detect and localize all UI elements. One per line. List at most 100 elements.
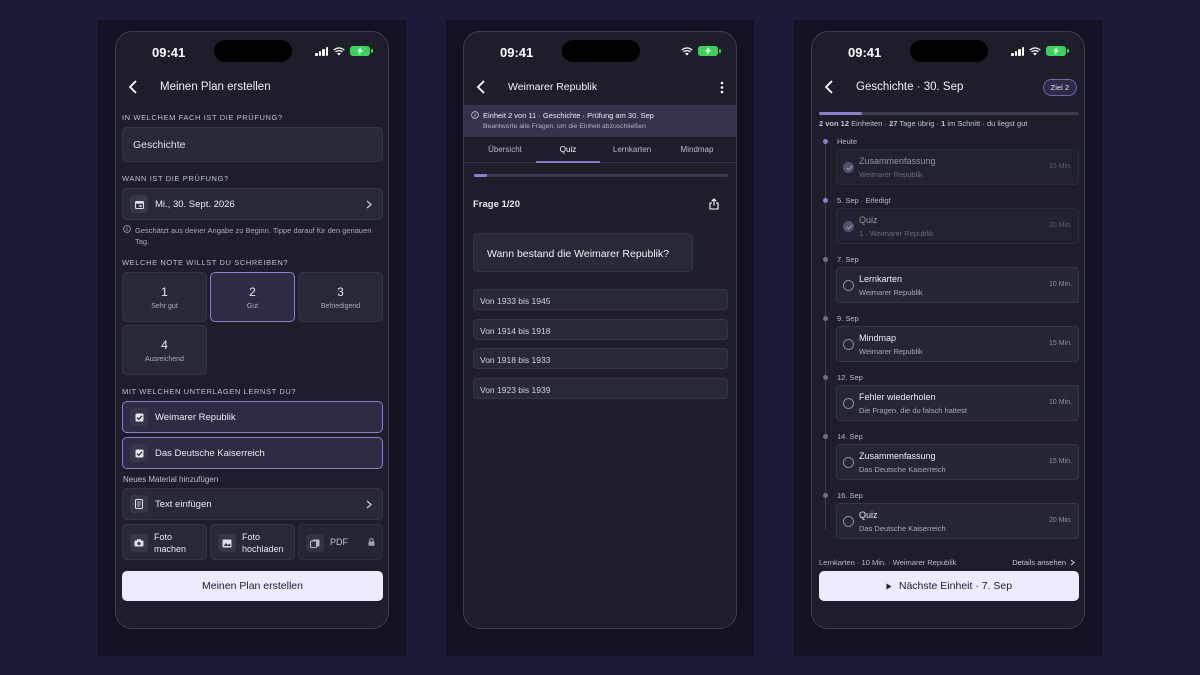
grade-label: Ausreichend xyxy=(145,356,184,363)
stat-days: 27 xyxy=(889,119,898,128)
grade-option-4[interactable]: 4 Ausreichend xyxy=(122,325,207,375)
checkbox-circle-icon[interactable] xyxy=(843,457,854,468)
status-time: 09:41 xyxy=(152,45,186,60)
back-arrow-icon[interactable] xyxy=(476,80,486,94)
back-arrow-icon[interactable] xyxy=(128,80,138,94)
checkbox-checked-icon[interactable] xyxy=(130,408,148,426)
tab-lernkarten[interactable]: Lernkarten xyxy=(600,145,664,154)
wifi-icon xyxy=(1029,46,1041,55)
plan-unit-card[interactable]: Zusammenfassung Weimarer Republik 15 Min… xyxy=(836,149,1079,185)
unit-banner-subtitle: Beantworte alle Fragen, um die Einheit a… xyxy=(483,123,646,130)
unit-subtitle: Weimarer Republik xyxy=(859,347,923,356)
answer-option-1[interactable]: Von 1933 bis 1945 xyxy=(473,289,728,310)
material-item-weimarer-republik[interactable]: Weimarer Republik xyxy=(122,401,383,433)
grade-option-1[interactable]: 1 Sehr gut xyxy=(122,272,207,322)
upload-photo-button[interactable]: Foto hochladen xyxy=(210,524,295,560)
checkbox-circle-icon[interactable] xyxy=(843,398,854,409)
unit-title: Lernkarten xyxy=(859,274,903,284)
bottom-bar: Lernkarten · 10 Min. · Weimarer Republik… xyxy=(812,553,1084,628)
unit-subtitle: Weimarer Republik xyxy=(859,288,923,297)
checkbox-checked-icon[interactable] xyxy=(130,444,148,462)
unit-duration: 15 Min. xyxy=(1049,163,1072,170)
page-title: Geschichte · 30. Sep xyxy=(856,81,964,93)
battery-charging-icon xyxy=(698,46,721,56)
subject-question-label: IN WELCHEM FACH IST DIE PRÜFUNG? xyxy=(122,113,283,122)
status-bar: 09:41 xyxy=(116,32,388,72)
info-icon xyxy=(123,225,131,233)
take-photo-label: Foto machen xyxy=(154,532,187,554)
unit-duration: 10 Min. xyxy=(1049,399,1072,406)
grade-option-3[interactable]: 3 Befriedigend xyxy=(298,272,383,322)
unit-title: Fehler wiederholen xyxy=(859,392,936,402)
answer-option-3[interactable]: Von 1918 bis 1933 xyxy=(473,348,728,369)
completed-check-icon xyxy=(843,162,854,173)
panel-create-plan: 09:41 Meinen Plan erstellen IN WELCHEM F… xyxy=(98,20,406,656)
panel-study-plan: 09:41 Geschichte · 30. Sep Ziel 2 2 von … xyxy=(794,20,1102,656)
question-text: Wann bestand die Weimarer Republik? xyxy=(487,248,670,260)
unit-subtitle: Das Deutsche Kaiserreich xyxy=(859,465,946,474)
next-unit-button[interactable]: Nächste Einheit · 7. Sep xyxy=(819,571,1079,601)
material-label: Das Deutsche Kaiserreich xyxy=(155,448,265,459)
subject-field[interactable]: Geschichte xyxy=(122,127,383,162)
phone-study-plan: 09:41 Geschichte · 30. Sep Ziel 2 2 von … xyxy=(811,31,1085,629)
question-counter: Frage 1/20 xyxy=(473,199,520,210)
page-title: Weimarer Republik xyxy=(508,81,598,93)
exam-date-value: Mi., 30. Sept. 2026 xyxy=(155,199,235,210)
plan-progress-fill xyxy=(819,112,863,115)
goal-badge: Ziel 2 xyxy=(1042,79,1077,96)
more-vertical-icon[interactable] xyxy=(720,81,724,94)
plan-stats: 2 von 12 Einheiten · 27 Tage übrig · 1 i… xyxy=(819,119,1028,128)
unit-title: Quiz xyxy=(859,215,878,225)
unit-duration: 20 Min. xyxy=(1049,517,1072,524)
plan-unit-card[interactable]: Lernkarten Weimarer Republik 10 Min. xyxy=(836,267,1079,303)
timeline-date: 16. Sep xyxy=(837,491,863,500)
checkbox-circle-icon[interactable] xyxy=(843,339,854,350)
tab-uebersicht[interactable]: Übersicht xyxy=(464,145,546,154)
stat-done-label: Einheiten xyxy=(851,119,883,128)
cellular-signal-icon xyxy=(315,46,328,56)
pdf-button-locked[interactable]: PDF xyxy=(298,524,383,560)
material-item-kaiserreich[interactable]: Das Deutsche Kaiserreich xyxy=(122,437,383,469)
plan-progress-track xyxy=(819,112,1079,115)
play-icon xyxy=(886,583,892,589)
unit-duration: 20 Min. xyxy=(1049,222,1072,229)
details-link[interactable]: Details ansehen xyxy=(1012,558,1066,567)
chevron-right-icon xyxy=(1070,559,1075,566)
grade-label: Gut xyxy=(246,303,259,310)
plan-unit-card[interactable]: Zusammenfassung Das Deutsche Kaiserreich… xyxy=(836,444,1079,480)
take-photo-button[interactable]: Foto machen xyxy=(122,524,207,560)
checkbox-circle-icon[interactable] xyxy=(843,516,854,527)
lock-icon xyxy=(368,538,375,546)
plan-unit-card[interactable]: Quiz Das Deutsche Kaiserreich 20 Min. xyxy=(836,503,1079,539)
date-question-label: WANN IST DIE PRÜFUNG? xyxy=(122,174,229,183)
checkbox-circle-icon[interactable] xyxy=(843,280,854,291)
timeline-dot xyxy=(823,139,828,144)
grade-question-label: WELCHE NOTE WILLST DU SCHREIBEN? xyxy=(122,258,289,267)
timeline-dot xyxy=(823,375,828,380)
share-icon[interactable] xyxy=(709,198,719,210)
timeline-dot xyxy=(823,316,828,321)
timeline-dot xyxy=(823,257,828,262)
tab-quiz[interactable]: Quiz xyxy=(536,145,600,154)
create-plan-button[interactable]: Meinen Plan erstellen xyxy=(122,571,383,601)
unit-subtitle: Das Deutsche Kaiserreich xyxy=(859,524,946,533)
grade-option-2-selected[interactable]: 2 Gut xyxy=(210,272,295,322)
answer-option-4[interactable]: Von 1923 bis 1939 xyxy=(473,378,728,399)
quiz-progress-fill xyxy=(474,174,487,177)
back-arrow-icon[interactable] xyxy=(824,80,834,94)
exam-date-field[interactable]: Mi., 30. Sept. 2026 xyxy=(122,188,383,220)
plan-unit-card[interactable]: Fehler wiederholen Die Fragen, die du fa… xyxy=(836,385,1079,421)
date-hint: Geschätzt aus deiner Angabe zu Beginn. T… xyxy=(123,225,375,247)
timeline-dot xyxy=(823,493,828,498)
pdf-label: PDF xyxy=(330,537,348,547)
text-insert-button[interactable]: Text einfügen xyxy=(122,488,383,520)
battery-charging-icon xyxy=(1046,46,1069,56)
tab-bar: Übersicht Quiz Lernkarten Mindmap xyxy=(464,139,736,163)
next-unit-info: Lernkarten · 10 Min. · Weimarer Republik xyxy=(819,558,957,567)
status-bar: 09:41 xyxy=(812,32,1084,72)
grade-label: Sehr gut xyxy=(151,303,178,310)
tab-mindmap[interactable]: Mindmap xyxy=(664,145,730,154)
plan-unit-card[interactable]: Quiz 1 · Weimarer Republik 20 Min. xyxy=(836,208,1079,244)
answer-option-2[interactable]: Von 1914 bis 1918 xyxy=(473,319,728,340)
plan-unit-card[interactable]: Mindmap Weimarer Republik 15 Min. xyxy=(836,326,1079,362)
